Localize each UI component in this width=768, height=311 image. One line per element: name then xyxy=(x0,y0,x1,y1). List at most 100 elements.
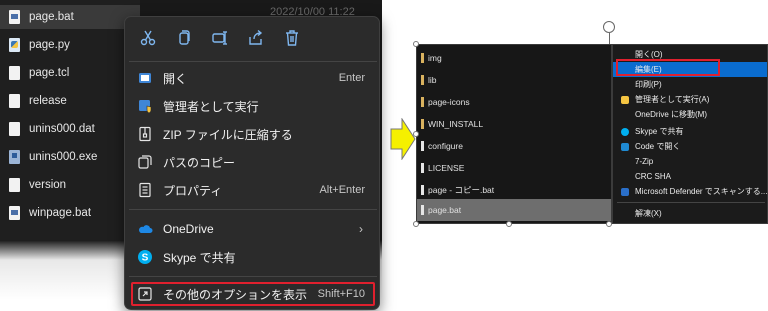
menu-item-extract[interactable]: 解凍(X) xyxy=(613,206,767,221)
document-icon xyxy=(9,94,20,108)
item-name: page - コピー.bat xyxy=(428,185,495,195)
menu-item-7zip[interactable]: 7-Zip xyxy=(613,154,767,169)
share-icon[interactable] xyxy=(247,29,265,47)
menu-item-label: 7-Zip xyxy=(635,157,654,166)
folder-icon xyxy=(421,119,424,129)
item-name: LICENSE xyxy=(428,163,465,173)
file-name: page.py xyxy=(29,39,70,51)
chevron-right-icon: › xyxy=(359,222,363,236)
menu-item-onedrive-move[interactable]: OneDrive に移動(M) xyxy=(613,107,767,122)
classic-explorer-list: img lib page-icons WIN_INSTALL configure… xyxy=(416,44,612,224)
item-name: lib xyxy=(428,75,437,85)
list-item[interactable]: lib xyxy=(417,69,611,91)
file-name: page.bat xyxy=(29,11,74,23)
list-item[interactable]: page-icons xyxy=(417,91,611,113)
menu-item-print[interactable]: 印刷(P) xyxy=(613,77,767,92)
resize-handle[interactable] xyxy=(413,41,419,47)
shortcut-text: Enter xyxy=(338,72,365,84)
item-name: page.bat xyxy=(428,205,462,215)
shield-icon xyxy=(621,95,629,104)
file-item[interactable]: page.py xyxy=(0,33,140,57)
open-icon xyxy=(137,70,153,86)
python-file-icon xyxy=(9,38,20,52)
shield-icon xyxy=(137,98,153,114)
item-name: configure xyxy=(428,141,463,151)
menu-item-properties[interactable]: プロパティ Alt+Enter xyxy=(131,177,375,203)
menu-divider xyxy=(129,209,377,210)
file-name: page.tcl xyxy=(29,67,70,79)
menu-item-crc-sha[interactable]: CRC SHA xyxy=(613,169,767,184)
delete-icon[interactable] xyxy=(283,29,301,47)
menu-item-label: 印刷(P) xyxy=(635,80,662,89)
list-item-selected[interactable]: page.bat xyxy=(417,199,611,221)
menu-item-label: プロパティ xyxy=(163,183,223,198)
file-item[interactable]: page.bat xyxy=(0,5,140,29)
menu-item-onedrive[interactable]: OneDrive › xyxy=(131,216,375,242)
onedrive-icon xyxy=(137,221,153,237)
list-item[interactable]: configure xyxy=(417,135,611,157)
shortcut-text: Alt+Enter xyxy=(319,184,365,196)
item-name: WIN_INSTALL xyxy=(428,119,484,129)
menu-item-label: Skype で共有 xyxy=(163,250,236,265)
file-name: release xyxy=(29,95,67,107)
file-name: unins000.exe xyxy=(29,151,98,163)
bat-file-icon xyxy=(9,10,20,24)
menu-item-label: 管理者として実行 xyxy=(163,99,259,114)
rename-icon[interactable] xyxy=(211,29,229,47)
rotate-stem xyxy=(609,33,610,44)
folder-icon xyxy=(421,53,424,63)
list-item[interactable]: LICENSE xyxy=(417,157,611,179)
file-item[interactable]: unins000.exe xyxy=(0,145,140,169)
file-list: page.bat page.py page.tcl release unins0… xyxy=(0,0,140,240)
file-name: unins000.dat xyxy=(29,123,95,135)
file-item[interactable]: page.tcl xyxy=(0,61,140,85)
copy-path-icon xyxy=(137,154,153,170)
menu-item-label: 解凍(X) xyxy=(635,209,662,218)
menu-item-label: CRC SHA xyxy=(635,172,672,181)
document-icon xyxy=(9,66,20,80)
list-item[interactable]: WIN_INSTALL xyxy=(417,113,611,135)
menu-item-label: パスのコピー xyxy=(163,155,236,170)
rotate-handle-icon[interactable] xyxy=(603,21,615,33)
menu-item-label: OneDrive に移動(M) xyxy=(635,110,708,119)
annotation-highlight-box xyxy=(131,282,375,306)
menu-item-label: OneDrive xyxy=(163,222,214,236)
menu-item-code[interactable]: Code で開く xyxy=(613,139,767,154)
file-item[interactable]: unins000.dat xyxy=(0,117,140,141)
file-icon xyxy=(421,185,424,195)
menu-item-copy-path[interactable]: パスのコピー xyxy=(131,149,375,175)
quick-actions-bar xyxy=(125,17,379,61)
file-icon xyxy=(421,163,424,173)
menu-item-run-as-admin[interactable]: 管理者として実行 xyxy=(131,93,375,119)
resize-handle[interactable] xyxy=(506,221,512,227)
win11-explorer-screenshot: page.bat page.py page.tcl release unins0… xyxy=(0,0,382,311)
menu-divider xyxy=(617,202,765,203)
list-item[interactable]: img xyxy=(417,47,611,69)
menu-item-label: Skype で共有 xyxy=(635,127,684,136)
menu-item-label: ZIP ファイルに圧縮する xyxy=(163,127,293,142)
menu-item-label: 管理者として実行(A) xyxy=(635,95,710,104)
file-item[interactable]: release xyxy=(0,89,140,113)
list-item[interactable]: page - コピー.bat xyxy=(417,179,611,201)
copy-icon[interactable] xyxy=(175,29,193,47)
document-icon xyxy=(9,122,20,136)
file-icon xyxy=(421,141,424,151)
file-item[interactable]: winpage.bat xyxy=(0,201,140,225)
resize-handle[interactable] xyxy=(413,131,419,137)
file-name: winpage.bat xyxy=(29,207,92,219)
menu-item-skype[interactable]: S Skype で共有 xyxy=(131,244,375,270)
cut-icon[interactable] xyxy=(139,29,157,47)
vscode-icon xyxy=(621,142,629,151)
menu-item-defender[interactable]: Microsoft Defender でスキャンする... xyxy=(613,184,767,199)
menu-item-open[interactable]: 開く Enter xyxy=(131,65,375,91)
file-item[interactable]: version xyxy=(0,173,140,197)
menu-item-run-as-admin[interactable]: 管理者として実行(A) xyxy=(613,92,767,107)
resize-handle[interactable] xyxy=(413,221,419,227)
menu-item-zip[interactable]: ZIP ファイルに圧縮する xyxy=(131,121,375,147)
menu-item-skype[interactable]: Skype で共有 xyxy=(613,124,767,139)
item-name: img xyxy=(428,53,442,63)
skype-icon: S xyxy=(137,249,153,265)
folder-icon xyxy=(421,75,424,85)
annotation-highlight-box xyxy=(616,59,720,76)
menu-item-label: Code で開く xyxy=(635,142,681,151)
